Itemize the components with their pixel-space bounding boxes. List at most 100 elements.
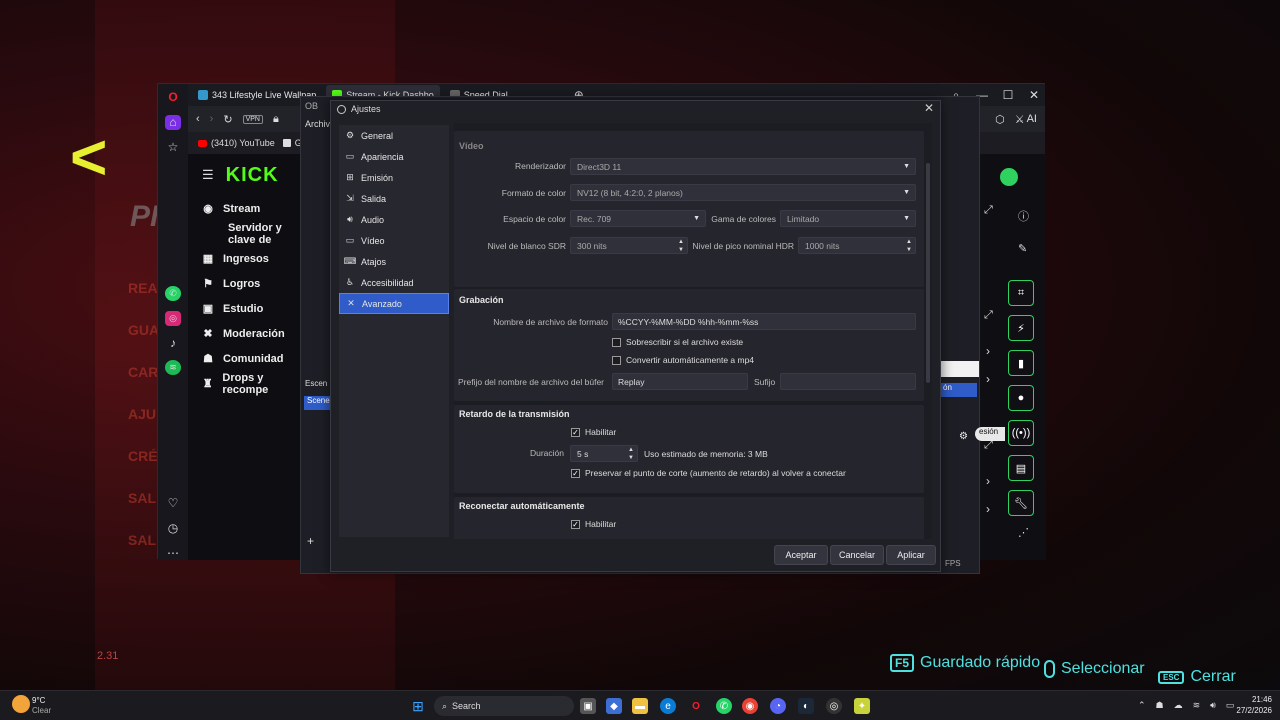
expand-icon[interactable]: ⤢ [984,309,993,322]
spin-arrows-icon[interactable]: ▲ ▼ [628,446,634,462]
weather-icon[interactable] [12,695,30,713]
expand-icon[interactable]: ⤢ [984,204,993,217]
sidebar-item-server-key[interactable]: Servidor y clave de [188,221,308,246]
whatsapp-icon[interactable]: ✆ [716,698,732,714]
search-box[interactable]: ⌕ Search [434,696,574,716]
tool-button[interactable]: ▮ [1008,350,1034,376]
category-video[interactable]: ▭ Vídeo [339,230,449,251]
kick-logo[interactable]: KICK [226,164,279,187]
close-icon[interactable]: ✕ [924,101,934,115]
game-icon[interactable]: ✦ [854,698,870,714]
chevron-right-icon[interactable]: › [986,372,990,386]
color-range-select[interactable]: Limitado ▼ [780,210,916,227]
spin-arrows-icon[interactable]: ▲ ▼ [906,238,912,254]
sdr-white-spinbox[interactable]: 300 nits ▲ ▼ [570,237,688,254]
add-scene-icon[interactable]: + [307,534,314,548]
vpn-badge[interactable]: VPN [242,114,263,124]
sidebar-item-stream[interactable]: ◉ Stream [188,196,308,221]
reload-icon[interactable]: ↻ [223,113,232,126]
sidebar-item-comunidad[interactable]: ☗ Comunidad [188,346,308,371]
obs-menu-file[interactable]: Archiv [305,119,330,129]
spotify-icon[interactable]: ≋ [165,360,181,376]
category-avanzado[interactable]: ✕ Avanzado [339,293,449,314]
sidebar-item-logros[interactable]: ⚑ Logros [188,271,308,296]
clock-date[interactable]: 27/2/2026 [1228,706,1272,715]
back-icon[interactable]: ‹ [196,113,200,125]
history-icon[interactable]: ◷ [165,520,181,535]
category-salida[interactable]: ⇲ Salida [339,188,449,209]
steam-icon[interactable]: ◐ [798,698,814,714]
onedrive-icon[interactable]: ☁ [1174,700,1183,711]
category-accesibilidad[interactable]: ♿︎ Accesibilidad [339,272,449,293]
more-icon[interactable]: ⋯ [165,545,181,560]
clock-time[interactable]: 21:46 [1232,695,1272,704]
kick-session-button[interactable]: ón [941,383,977,397]
close-icon[interactable]: ✕ [1023,88,1045,103]
windows-start-icon[interactable]: ⊞ [410,698,426,714]
scene-item[interactable]: Scene [304,396,330,410]
edge-icon[interactable]: e [660,698,676,714]
chrome-icon[interactable]: ◉ [742,698,758,714]
discord-icon[interactable]: ◔ [770,698,786,714]
aria-icon[interactable]: ⚔︎ AI [1015,113,1037,126]
category-general[interactable]: ⚙ General [339,125,449,146]
tool-button[interactable]: ⚡︎ [1008,315,1034,341]
tiktok-icon[interactable]: ♪ [165,336,181,351]
category-audio[interactable]: 🔊︎ Audio [339,209,449,230]
delay-enable-checkbox[interactable]: ✓ Habilitar [571,427,616,437]
spin-arrows-icon[interactable]: ▲ ▼ [678,238,684,254]
sidebar-item-moderacion[interactable]: ✖ Moderación [188,321,308,346]
chevron-right-icon[interactable]: › [986,474,990,488]
chevron-right-icon[interactable]: › [986,502,990,516]
hdr-peak-spinbox[interactable]: 1000 nits ▲ ▼ [798,237,916,254]
tool-button[interactable]: ⌗ [1008,280,1034,306]
replay-prefix-field[interactable]: Replay [612,373,748,390]
whatsapp-icon[interactable]: ✆ [165,285,181,301]
wifi-icon[interactable]: ≋ [1193,700,1201,711]
cancel-button[interactable]: Cancelar [830,545,884,565]
apply-button[interactable]: Aplicar [886,545,936,565]
share-icon[interactable]: ⋰ [1018,526,1029,539]
tool-button[interactable]: 🔧︎ [1008,490,1034,516]
sidebar-item-estudio[interactable]: ▣ Estudio [188,296,308,321]
filename-format-field[interactable]: %CCYY-%MM-%DD %hh-%mm-%ss [612,313,916,330]
renderer-select[interactable]: Direct3D 11 ▼ [570,158,916,175]
avatar[interactable] [1000,168,1018,186]
gear-icon[interactable]: ⚙ [959,431,968,442]
preserve-cutoff-checkbox[interactable]: ✓ Preservar el punto de corte (aumento de… [571,468,846,478]
task-view-icon[interactable]: ▣ [580,698,596,714]
tool-button[interactable]: ● [1008,385,1034,411]
star-icon[interactable]: ☆ [165,140,181,155]
instagram-icon[interactable]: ◎ [165,310,181,326]
color-format-select[interactable]: NV12 (8 bit, 4:2:0, 2 planos) ▼ [570,184,916,201]
accept-button[interactable]: Aceptar [774,545,828,565]
volume-icon[interactable]: 🔊︎ [1210,700,1216,711]
color-space-select[interactable]: Rec. 709 ▼ [570,210,706,227]
scrollbar[interactable] [926,163,930,383]
category-emision[interactable]: ⊞ Emisión [339,167,449,188]
tray-app-icon[interactable]: ☗ [1156,700,1164,711]
opera-icon[interactable]: O [688,698,704,714]
duration-spinbox[interactable]: 5 s ▲ ▼ [570,445,638,462]
category-atajos[interactable]: ⌨ Atajos [339,251,449,272]
category-apariencia[interactable]: ▭ Apariencia [339,146,449,167]
reconnect-enable-checkbox[interactable]: ✓ Habilitar [571,519,616,529]
edit-icon[interactable]: ✎ [1018,242,1027,255]
bookmark-youtube[interactable]: (3410) YouTube [198,138,275,148]
remux-checkbox[interactable]: Convertir automáticamente a mp4 [612,355,754,365]
forward-icon[interactable]: › [210,113,214,125]
sidebar-item-ingresos[interactable]: ▦ Ingresos [188,246,308,271]
opera-logo-icon[interactable]: O [165,90,181,105]
maximize-icon[interactable]: ☐ [997,88,1019,103]
info-icon[interactable]: ⓘ [1018,208,1029,224]
chevron-up-icon[interactable]: ⌃ [1138,700,1146,711]
tool-button[interactable]: ((•)) [1008,420,1034,446]
extension-icon[interactable]: ⬡ [995,113,1005,126]
heart-icon[interactable]: ♡ [165,495,181,510]
copilot-icon[interactable]: ◆ [606,698,622,714]
kick-session-badge[interactable]: esión [975,427,1005,441]
tool-button[interactable]: ▤ [1008,455,1034,481]
overwrite-checkbox[interactable]: Sobrescribir si el archivo existe [612,337,743,347]
hamburger-menu-icon[interactable]: ☰ [202,167,214,183]
obs-icon[interactable]: ◎ [826,698,842,714]
